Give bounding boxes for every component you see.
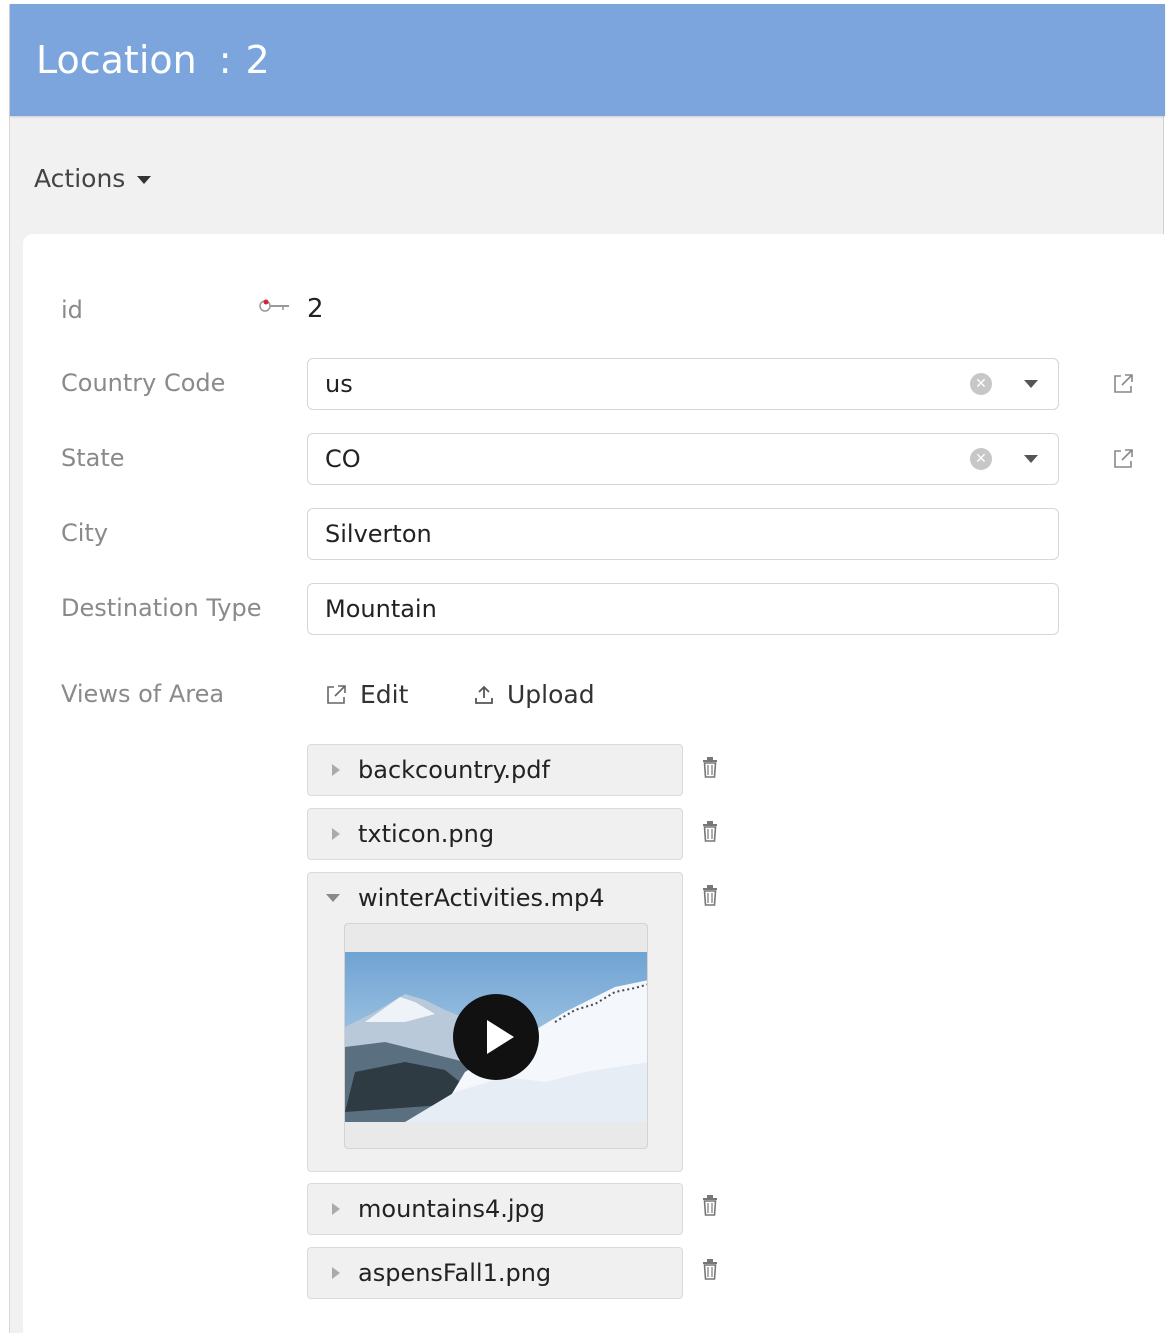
external-link-icon[interactable] <box>1111 372 1135 396</box>
file-item[interactable]: aspensFall1.png <box>307 1247 683 1299</box>
expand-icon[interactable] <box>332 828 340 840</box>
clear-icon[interactable]: ✕ <box>970 448 992 470</box>
destination-type-value: Mountain <box>325 595 437 623</box>
play-icon[interactable] <box>453 994 539 1080</box>
file-name: aspensFall1.png <box>358 1259 552 1287</box>
state-value: CO <box>325 445 361 473</box>
page-title: Location:2 <box>36 38 270 82</box>
views-of-area-label: Views of Area <box>61 680 225 708</box>
file-name: mountains4.jpg <box>358 1195 546 1223</box>
actions-label: Actions <box>34 164 126 193</box>
city-field[interactable]: Silverton <box>307 508 1059 560</box>
expand-icon[interactable] <box>332 1267 340 1279</box>
page-title-entity: Location <box>36 38 197 82</box>
video-player[interactable] <box>344 923 648 1149</box>
trash-icon[interactable] <box>701 884 719 906</box>
collapse-icon[interactable] <box>326 894 340 902</box>
trash-icon[interactable] <box>701 1258 719 1280</box>
city-value: Silverton <box>325 520 432 548</box>
trash-icon[interactable] <box>701 756 719 778</box>
id-label: id <box>61 296 83 324</box>
file-name: backcountry.pdf <box>358 756 550 784</box>
page-title-record-id: 2 <box>245 38 270 82</box>
upload-icon <box>475 685 493 704</box>
external-link-icon <box>327 684 346 704</box>
dropdown-icon[interactable] <box>1024 455 1038 463</box>
edit-label: Edit <box>360 680 409 709</box>
file-item[interactable]: backcountry.pdf <box>307 744 683 796</box>
id-value: 2 <box>307 294 324 324</box>
state-label: State <box>61 444 125 472</box>
clear-icon[interactable]: ✕ <box>970 373 992 395</box>
trash-icon[interactable] <box>701 1194 719 1216</box>
trash-icon[interactable] <box>701 820 719 842</box>
expand-icon[interactable] <box>332 764 340 776</box>
file-name: winterActivities.mp4 <box>358 884 605 912</box>
country-code-value: us <box>325 370 353 398</box>
country-code-label: Country Code <box>61 369 226 397</box>
upload-button[interactable]: Upload <box>473 680 595 709</box>
external-link-icon[interactable] <box>1111 447 1135 471</box>
dropdown-icon[interactable] <box>1024 380 1038 388</box>
expand-icon[interactable] <box>332 1203 340 1215</box>
caret-down-icon <box>137 175 152 184</box>
destination-type-label: Destination Type <box>61 594 262 622</box>
key-icon <box>259 299 289 312</box>
form-card: id 2 Country Code us ✕ State CO ✕ City S… <box>23 234 1165 1333</box>
city-label: City <box>61 519 109 547</box>
file-item[interactable]: mountains4.jpg <box>307 1183 683 1235</box>
file-name: txticon.png <box>358 820 495 848</box>
file-item-expanded[interactable]: winterActivities.mp4 <box>307 872 683 1172</box>
edit-button[interactable]: Edit <box>324 680 408 709</box>
country-code-select[interactable]: us ✕ <box>307 358 1059 410</box>
upload-label: Upload <box>507 680 595 709</box>
title-separator: : <box>218 38 232 82</box>
title-bar: Location:2 <box>10 4 1165 116</box>
state-select[interactable]: CO ✕ <box>307 433 1059 485</box>
actions-menu-button[interactable]: Actions <box>34 164 152 193</box>
file-item[interactable]: txticon.png <box>307 808 683 860</box>
destination-type-field[interactable]: Mountain <box>307 583 1059 635</box>
record-window: Location:2 Actions id 2 Country Code us … <box>9 4 1165 1333</box>
